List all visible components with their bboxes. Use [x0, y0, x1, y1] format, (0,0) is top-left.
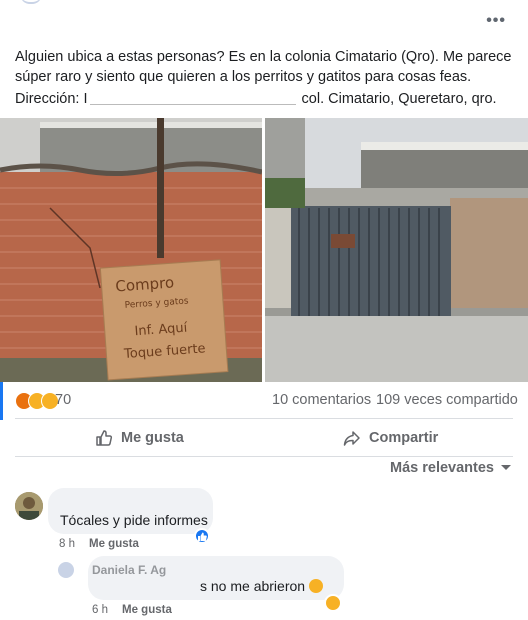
sign-line-3: Inf. Aquí	[134, 320, 188, 340]
address-suffix: col. Cimatario, Queretaro, qro.	[301, 91, 497, 107]
comment-1-text: Tócales y pide informes	[60, 512, 208, 528]
like-button-label: Me gusta	[121, 430, 184, 446]
comments-count[interactable]: 10 comentarios	[272, 392, 371, 408]
share-arrow-icon	[343, 431, 360, 446]
sign-line-4: Toque fuerte	[123, 341, 207, 363]
post-text: Alguien ubica a estas personas? Es en la…	[15, 49, 512, 85]
comment-1-avatar[interactable]	[15, 492, 43, 520]
cardboard-sign: Compro Perros y gatos Inf. Aquí Toque fu…	[109, 266, 226, 377]
comment-2-time: 6 h	[92, 604, 108, 616]
gate-illustration	[265, 118, 528, 382]
comment-2-meta: 6 h Me gusta	[92, 604, 172, 616]
photo-gate[interactable]	[265, 118, 528, 382]
reactions-count[interactable]: 70	[55, 392, 71, 408]
sort-label: Más relevantes	[390, 460, 494, 476]
thumbs-up-icon	[96, 430, 113, 446]
address-redacted	[89, 91, 296, 105]
more-options-button[interactable]: •••	[486, 12, 506, 30]
comment-2-text-body: s no me abrieron	[200, 578, 306, 594]
divider-top	[15, 418, 513, 419]
post-address: Dirección: I col. Cimatario, Queretaro, q…	[15, 89, 515, 109]
share-button-label: Compartir	[369, 430, 439, 446]
caret-down-icon	[501, 465, 511, 470]
sign-line-2: Perros y gatos	[124, 296, 189, 311]
photo-wall-sign[interactable]: Compro Perros y gatos Inf. Aquí Toque fu…	[0, 118, 262, 382]
comment-2-text: s no me abrieron	[200, 578, 324, 594]
divider-bottom	[15, 456, 513, 457]
comment-2-like-link[interactable]: Me gusta	[122, 604, 172, 616]
comment-2-author[interactable]: Daniela F. Ag	[92, 563, 166, 577]
comment-sort-dropdown[interactable]: Más relevantes	[390, 460, 512, 476]
comment-1-time: 8 h	[59, 538, 75, 550]
address-prefix: Dirección: I	[15, 91, 88, 107]
shares-count[interactable]: 109 veces compartido	[376, 392, 518, 408]
reactions-bar: 70 10 comentarios 109 veces compartido	[0, 388, 528, 412]
comment-1-meta: 8 h Me gusta	[59, 538, 139, 550]
comment-2-avatar[interactable]	[58, 562, 74, 578]
comment-1-like-badge[interactable]	[194, 528, 210, 544]
share-button[interactable]: Compartir	[343, 424, 438, 452]
sign-line-1: Compro	[114, 273, 175, 296]
comment-1-like-link[interactable]: Me gusta	[89, 538, 139, 550]
comment-2-sad-badge[interactable]	[324, 594, 342, 612]
sweat-emoji-icon	[309, 579, 324, 593]
post-photos: Compro Perros y gatos Inf. Aquí Toque fu…	[0, 118, 528, 382]
post-author-avatar-edge[interactable]	[20, 0, 42, 4]
commenter-photo	[15, 492, 43, 520]
like-badge-icon	[198, 532, 207, 541]
like-button[interactable]: Me gusta	[95, 424, 184, 452]
